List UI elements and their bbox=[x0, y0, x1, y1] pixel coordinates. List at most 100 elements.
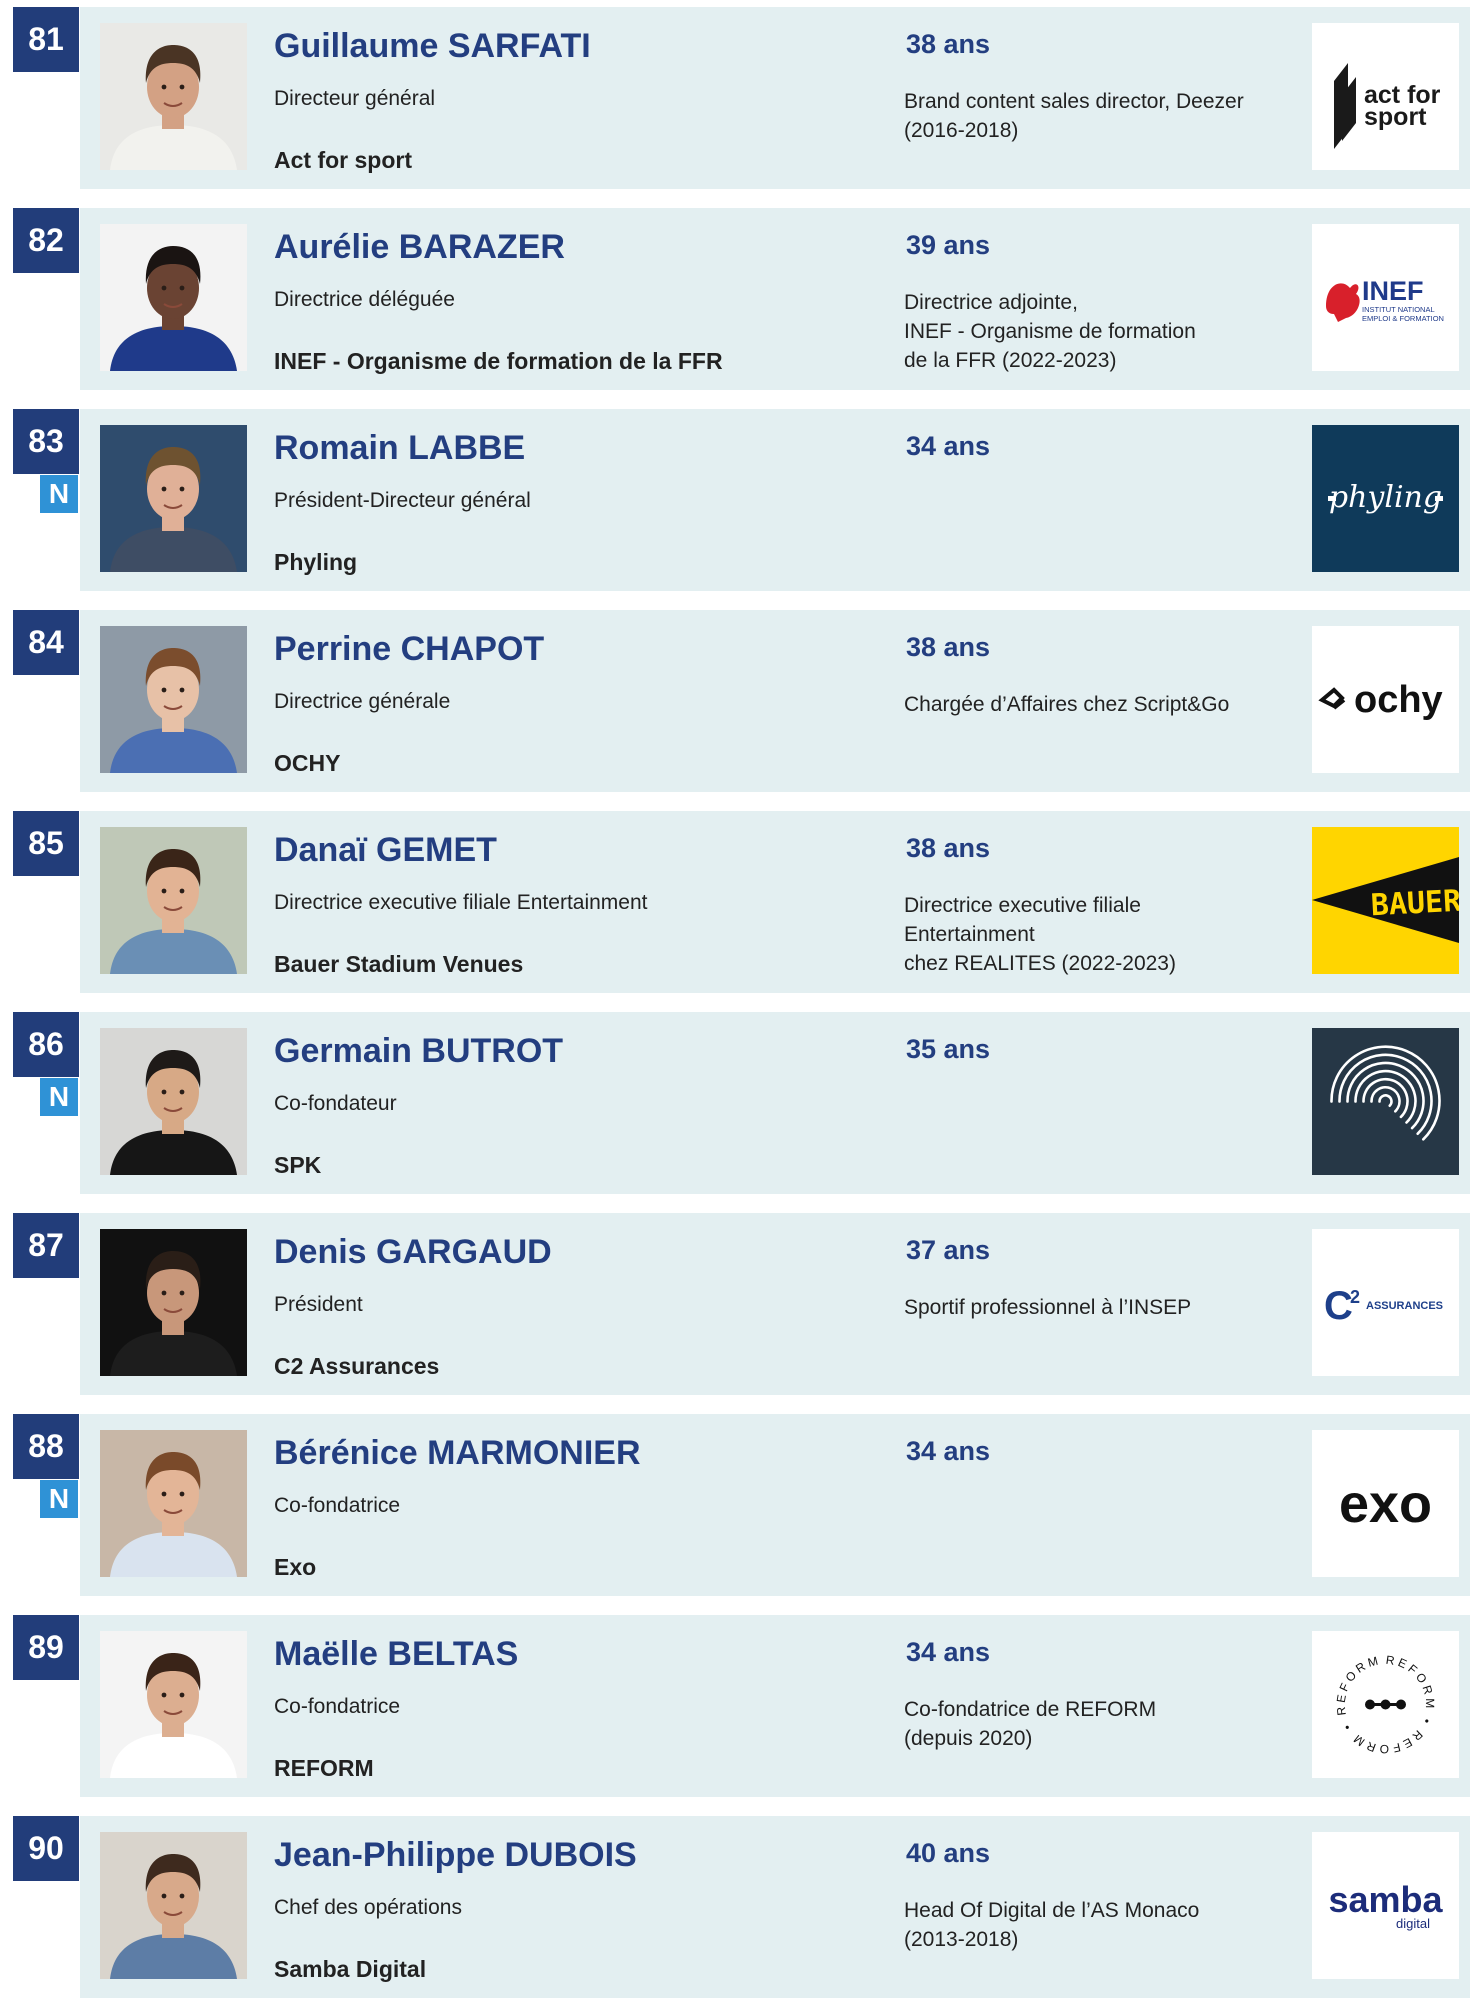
ranking-entry: 88 N Bérénice MARMONIER Co-fondatrice Ex… bbox=[0, 1414, 1480, 1596]
person-age: 39 ans bbox=[906, 230, 991, 260]
rank-badge: 85 bbox=[13, 811, 79, 876]
company-name: SPK bbox=[274, 1152, 322, 1178]
person-age: 38 ans bbox=[906, 29, 991, 59]
person-name: Maëlle BELTAS bbox=[274, 1635, 519, 1673]
ranking-entry: 90 Jean-Philippe DUBOIS Chef des opérati… bbox=[0, 1816, 1480, 1998]
person-name: Jean-Philippe DUBOIS bbox=[274, 1836, 637, 1874]
person-age: 34 ans bbox=[906, 431, 991, 461]
new-entry-badge: N bbox=[40, 1480, 78, 1518]
person-age: 37 ans bbox=[906, 1235, 991, 1265]
person-age: 40 ans bbox=[906, 1838, 991, 1868]
previous-position: Chargée d’Affaires chez Script&Go bbox=[904, 693, 1230, 716]
portrait-photo bbox=[100, 1631, 247, 1778]
previous-position: Directrice executive filiale Entertainme… bbox=[904, 894, 1176, 975]
logo-svg: act forsport bbox=[1312, 23, 1459, 170]
rank-badge: 82 bbox=[13, 208, 79, 273]
portrait-svg bbox=[100, 425, 247, 572]
rank-badge: 84 bbox=[13, 610, 79, 675]
portrait-svg bbox=[100, 626, 247, 773]
portrait-photo bbox=[100, 1229, 247, 1376]
portrait-photo bbox=[100, 23, 247, 170]
person-name: Romain LABBE bbox=[274, 429, 526, 467]
company-name: Exo bbox=[274, 1554, 317, 1580]
portrait-photo bbox=[100, 224, 247, 371]
logo-svg: INEFINSTITUT NATIONALEMPLOI & FORMATION bbox=[1312, 224, 1459, 371]
portrait-photo bbox=[100, 1832, 247, 1979]
portrait-svg bbox=[100, 1430, 247, 1577]
portrait-photo bbox=[100, 425, 247, 572]
previous-position: Directrice adjointe, INEF - Organisme de… bbox=[904, 291, 1196, 372]
company-logo: C 2 ASSURANCES bbox=[1312, 1229, 1459, 1376]
company-logo: exo bbox=[1312, 1430, 1459, 1577]
portrait-svg bbox=[100, 23, 247, 170]
person-name: Perrine CHAPOT bbox=[274, 630, 545, 668]
company-name: INEF - Organisme de formation de la FFR bbox=[274, 348, 723, 374]
rank-badge: 81 bbox=[13, 7, 79, 72]
portrait-svg bbox=[100, 1631, 247, 1778]
logo-svg: phyling bbox=[1312, 425, 1459, 572]
person-role: Président bbox=[274, 1293, 363, 1316]
portrait-photo bbox=[100, 1028, 247, 1175]
svg-text:exo: exo bbox=[1339, 1474, 1432, 1534]
company-logo: BAUER bbox=[1312, 827, 1459, 974]
rank-badge: 83 bbox=[13, 409, 79, 474]
ranking-entry: 86 N Germain BUTROT Co-fondateur SPK 35 … bbox=[0, 1012, 1480, 1194]
person-age: 38 ans bbox=[906, 833, 991, 863]
company-name: Act for sport bbox=[274, 147, 412, 173]
rank-badge: 88 bbox=[13, 1414, 79, 1479]
rank-badge: 89 bbox=[13, 1615, 79, 1680]
person-name: Bérénice MARMONIER bbox=[274, 1434, 641, 1472]
ranking-entry: 82 Aurélie BARAZER Directrice déléguée I… bbox=[0, 208, 1480, 390]
person-name: Aurélie BARAZER bbox=[274, 228, 565, 266]
ranking-entry: 81 Guillaume SARFATI Directeur général A… bbox=[0, 7, 1480, 189]
portrait-svg bbox=[100, 1229, 247, 1376]
company-logo: act for sport bbox=[1312, 23, 1459, 170]
previous-position: Co-fondatrice de REFORM (depuis 2020) bbox=[904, 1698, 1157, 1750]
svg-text:digital: digital bbox=[1396, 1916, 1430, 1931]
ranking-entry: 84 Perrine CHAPOT Directrice générale OC… bbox=[0, 610, 1480, 792]
svg-text:EMPLOI & FORMATION: EMPLOI & FORMATION bbox=[1362, 314, 1444, 323]
svg-text:BAUER: BAUER bbox=[1370, 884, 1459, 924]
new-entry-badge: N bbox=[40, 475, 78, 513]
rank-badge: 86 bbox=[13, 1012, 79, 1077]
person-role: Co-fondatrice bbox=[274, 1695, 401, 1718]
portrait-svg bbox=[100, 1832, 247, 1979]
person-role: Directrice executive filiale Entertainme… bbox=[274, 891, 648, 914]
logo-svg: BAUER bbox=[1312, 827, 1459, 974]
svg-text:2: 2 bbox=[1350, 1287, 1360, 1307]
portrait-svg bbox=[100, 827, 247, 974]
company-name: OCHY bbox=[274, 750, 341, 776]
ranking-entry: 89 Maëlle BELTAS Co-fondatrice REFORM 34… bbox=[0, 1615, 1480, 1797]
logo-svg: REFORM • REFORM • REFORM • bbox=[1312, 1631, 1459, 1778]
person-name: Denis GARGAUD bbox=[274, 1233, 552, 1271]
person-role: Co-fondatrice bbox=[274, 1494, 401, 1517]
ranking-entry: 85 Danaï GEMET Directrice executive fili… bbox=[0, 811, 1480, 993]
company-name: Bauer Stadium Venues bbox=[274, 951, 524, 977]
rank-badge: 90 bbox=[13, 1816, 79, 1881]
person-name: Danaï GEMET bbox=[274, 831, 497, 869]
company-logo: phyling bbox=[1312, 425, 1459, 572]
portrait-svg bbox=[100, 1028, 247, 1175]
ranking-list: 81 Guillaume SARFATI Directeur général A… bbox=[0, 0, 1480, 2005]
portrait-photo bbox=[100, 626, 247, 773]
previous-position: Sportif professionnel à l’INSEP bbox=[904, 1296, 1192, 1319]
ranking-entry: 87 Denis GARGAUD Président C2 Assurances… bbox=[0, 1213, 1480, 1395]
svg-text:C: C bbox=[1324, 1284, 1353, 1328]
company-name: REFORM bbox=[274, 1755, 374, 1781]
person-role: Président-Directeur général bbox=[274, 489, 531, 512]
logo-svg: sambadigital bbox=[1312, 1832, 1459, 1979]
previous-position: Brand content sales director, Deezer (20… bbox=[904, 90, 1244, 142]
logo-svg: exo bbox=[1312, 1430, 1459, 1577]
svg-text:INEF: INEF bbox=[1362, 276, 1424, 306]
company-logo: REFORM • REFORM • REFORM • bbox=[1312, 1631, 1459, 1778]
ranking-entry: 83 N Romain LABBE Président-Directeur gé… bbox=[0, 409, 1480, 591]
logo-svg bbox=[1312, 1028, 1459, 1175]
person-role: Directrice générale bbox=[274, 690, 451, 713]
svg-text:ASSURANCES: ASSURANCES bbox=[1366, 1300, 1443, 1312]
logo-svg: ochy bbox=[1312, 626, 1459, 773]
person-age: 34 ans bbox=[906, 1436, 991, 1466]
portrait-photo bbox=[100, 827, 247, 974]
person-age: 34 ans bbox=[906, 1637, 991, 1667]
company-logo: INEF INSTITUT NATIONAL EMPLOI & FORMATION bbox=[1312, 224, 1459, 371]
person-role: Chef des opérations bbox=[274, 1896, 462, 1919]
